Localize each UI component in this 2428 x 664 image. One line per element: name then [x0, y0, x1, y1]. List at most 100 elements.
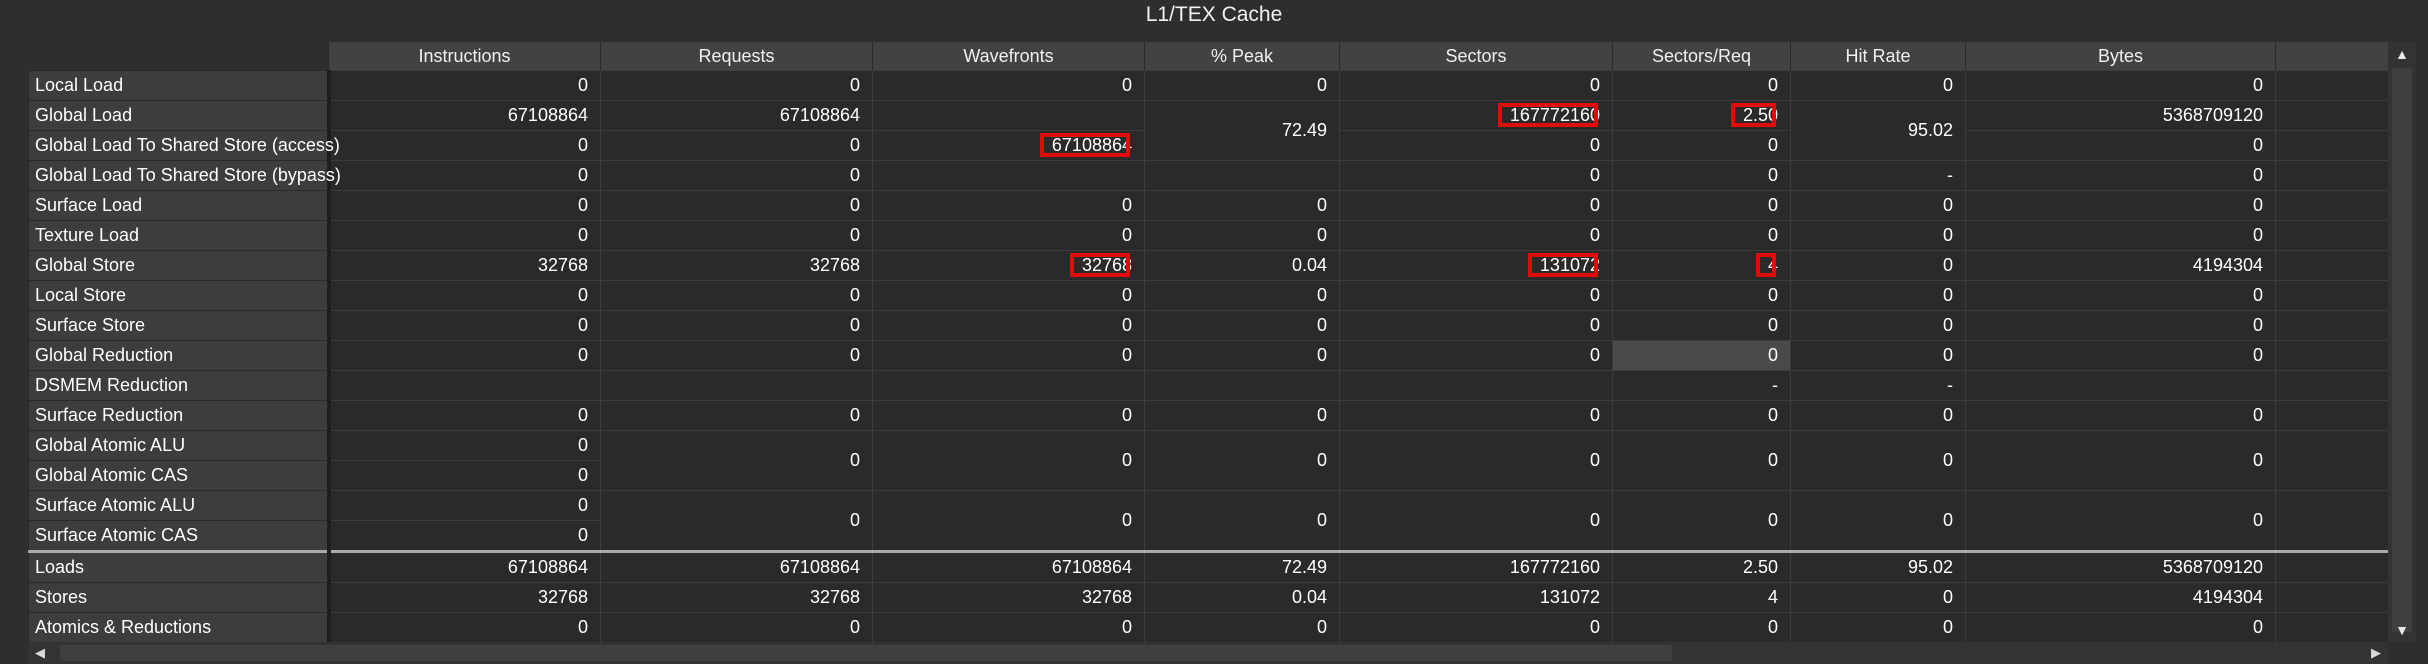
cell-bytes[interactable]: 0: [1965, 400, 2276, 431]
cell-wavefronts-merged[interactable]: 0: [872, 430, 1145, 491]
cell-wavefronts[interactable]: 0: [872, 220, 1145, 251]
cell-peak[interactable]: 0.04: [1144, 250, 1340, 281]
cell-sectors[interactable]: 0: [1339, 400, 1613, 431]
cell-sectors[interactable]: 0: [1339, 220, 1613, 251]
cell-peak[interactable]: 0: [1144, 310, 1340, 341]
cell-wavefronts[interactable]: 67108864: [872, 130, 1145, 161]
cell-instructions[interactable]: 0: [328, 460, 601, 491]
cell-peak[interactable]: 0: [1144, 190, 1340, 221]
table-row-loads[interactable]: Loads 67108864 67108864 67108864 72.49 1…: [28, 550, 2389, 583]
table-row-global-atomic-alu[interactable]: Global Atomic ALU 0 0 0 0 0 0 0 0: [28, 430, 2389, 491]
cell-sectors-per-req[interactable]: 0: [1612, 190, 1791, 221]
table-row-surface-store[interactable]: Surface Store 0 0 0 0 0 0 0 0: [28, 310, 2389, 341]
scroll-up-arrow-icon[interactable]: ▲: [2388, 42, 2416, 66]
cell-instructions[interactable]: 0: [328, 490, 601, 521]
cell-instructions[interactable]: 0: [328, 130, 601, 161]
cell-hit-rate[interactable]: 0: [1790, 280, 1966, 311]
cell-instructions[interactable]: [328, 370, 601, 401]
cell-sectors[interactable]: [1339, 370, 1613, 401]
cell-peak[interactable]: 0: [1144, 220, 1340, 251]
cell-wavefronts[interactable]: 0: [872, 340, 1145, 371]
cell-hit-rate[interactable]: 0: [1790, 310, 1966, 341]
table-row-dsmem-reduction[interactable]: DSMEM Reduction - -: [28, 370, 2389, 401]
cell-sectors-per-req-selected[interactable]: 0: [1612, 340, 1791, 371]
cell-wavefronts[interactable]: [872, 160, 1145, 191]
cell-sectors[interactable]: 0: [1339, 130, 1613, 161]
cell-requests[interactable]: 0: [600, 220, 873, 251]
cell-sectors[interactable]: 0: [1339, 280, 1613, 311]
cell-sectors[interactable]: 131072: [1339, 582, 1613, 613]
cell-requests[interactable]: 0: [600, 340, 873, 371]
cell-instructions[interactable]: 0: [328, 280, 601, 311]
cell-instructions[interactable]: 67108864: [328, 550, 601, 583]
table-row-global-load[interactable]: Global Load 67108864 67108864 72.49 1677…: [28, 100, 2389, 161]
cell-hit-rate[interactable]: 0: [1790, 70, 1966, 101]
cell-sectors-merged[interactable]: 0: [1339, 430, 1613, 491]
cell-requests[interactable]: 32768: [600, 250, 873, 281]
cell-hit-rate-merged[interactable]: 95.02: [1790, 100, 1966, 161]
cell-wavefronts[interactable]: 0: [872, 612, 1145, 643]
cell-bytes[interactable]: [1965, 370, 2276, 401]
cell-sectors-per-req[interactable]: 0: [1612, 400, 1791, 431]
horizontal-scrollbar[interactable]: ◀ ▶: [28, 642, 2388, 664]
table-row-gl-shared-bypass[interactable]: Global Load To Shared Store (bypass) 0 0…: [28, 160, 2389, 191]
col-header-sectors[interactable]: Sectors: [1339, 42, 1613, 71]
cell-peak[interactable]: 0: [1144, 400, 1340, 431]
cell-bytes[interactable]: 0: [1965, 190, 2276, 221]
cell-sectors-per-req[interactable]: 0: [1612, 612, 1791, 643]
cell-sectors-per-req-merged[interactable]: 0: [1612, 490, 1791, 552]
cell-instructions[interactable]: 0: [328, 430, 601, 461]
cell-sectors-per-req[interactable]: 2.50: [1612, 550, 1791, 583]
cell-peak[interactable]: 0: [1144, 612, 1340, 643]
cell-peak[interactable]: 0: [1144, 70, 1340, 101]
cell-bytes[interactable]: 4194304: [1965, 250, 2276, 281]
cell-sectors[interactable]: 0: [1339, 160, 1613, 191]
cell-bytes[interactable]: 4194304: [1965, 582, 2276, 613]
cell-instructions[interactable]: 32768: [328, 582, 601, 613]
cell-hit-rate[interactable]: 0: [1790, 250, 1966, 281]
cell-sectors[interactable]: 0: [1339, 310, 1613, 341]
col-header-wavefronts[interactable]: Wavefronts: [872, 42, 1145, 71]
table-row-global-store[interactable]: Global Store 32768 32768 32768 0.04 1310…: [28, 250, 2389, 281]
cell-instructions[interactable]: 0: [328, 70, 601, 101]
cell-sectors[interactable]: 131072: [1339, 250, 1613, 281]
horizontal-scroll-thumb[interactable]: [60, 645, 1672, 661]
cell-sectors-per-req[interactable]: 0: [1612, 220, 1791, 251]
cell-requests[interactable]: 67108864: [600, 550, 873, 583]
table-row-texture-load[interactable]: Texture Load 0 0 0 0 0 0 0 0: [28, 220, 2389, 251]
cell-sectors[interactable]: 167772160: [1339, 550, 1613, 583]
scroll-right-arrow-icon[interactable]: ▶: [2364, 642, 2388, 664]
cell-bytes[interactable]: 0: [1965, 310, 2276, 341]
cell-bytes[interactable]: 0: [1965, 340, 2276, 371]
cell-requests[interactable]: 0: [600, 70, 873, 101]
table-row-atomics-reductions[interactable]: Atomics & Reductions 0 0 0 0 0 0 0 0: [28, 612, 2389, 643]
cell-wavefronts[interactable]: 0: [872, 280, 1145, 311]
cell-hit-rate[interactable]: 0: [1790, 582, 1966, 613]
cell-requests[interactable]: 0: [600, 310, 873, 341]
cell-bytes[interactable]: 0: [1965, 220, 2276, 251]
cell-instructions[interactable]: 0: [328, 160, 601, 191]
col-header-sectors-per-req[interactable]: Sectors/Req: [1612, 42, 1791, 71]
cell-bytes[interactable]: 5368709120: [1965, 100, 2276, 131]
cell-requests[interactable]: 0: [600, 612, 873, 643]
cell-sectors-per-req[interactable]: 0: [1612, 160, 1791, 191]
cell-sectors[interactable]: 0: [1339, 340, 1613, 371]
cell-sectors-per-req-merged[interactable]: 0: [1612, 430, 1791, 491]
cell-requests[interactable]: 0: [600, 190, 873, 221]
cell-wavefronts-merged[interactable]: 0: [872, 490, 1145, 552]
cell-sectors[interactable]: 0: [1339, 612, 1613, 643]
cell-bytes[interactable]: 0: [1965, 130, 2276, 161]
cell-bytes[interactable]: 5368709120: [1965, 550, 2276, 583]
cell-peak[interactable]: [1144, 160, 1340, 191]
cell-requests[interactable]: 32768: [600, 582, 873, 613]
col-header-peak[interactable]: % Peak: [1144, 42, 1340, 71]
cell-hit-rate[interactable]: -: [1790, 160, 1966, 191]
table-row-surface-load[interactable]: Surface Load 0 0 0 0 0 0 0 0: [28, 190, 2389, 221]
table-row-local-store[interactable]: Local Store 0 0 0 0 0 0 0 0: [28, 280, 2389, 311]
cell-sectors-per-req[interactable]: -: [1612, 370, 1791, 401]
cell-bytes[interactable]: 0: [1965, 280, 2276, 311]
cell-instructions[interactable]: 32768: [328, 250, 601, 281]
scroll-left-arrow-icon[interactable]: ◀: [28, 642, 52, 664]
cell-instructions[interactable]: 0: [328, 310, 601, 341]
cell-hit-rate[interactable]: 0: [1790, 612, 1966, 643]
